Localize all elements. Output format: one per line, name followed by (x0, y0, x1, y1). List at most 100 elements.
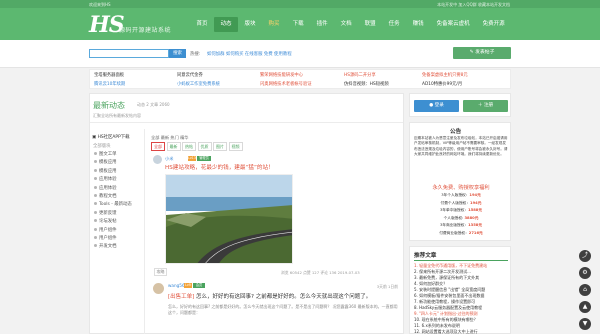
nav-item[interactable]: 免备案云虚机 (430, 17, 476, 32)
price-line[interactable]: 3年个人版授权：194元 (410, 193, 512, 198)
nav-item[interactable]: 购买 (262, 17, 286, 32)
register-button[interactable]: ＋ 注册 (463, 100, 508, 112)
board-menu-item[interactable]: 图文工单 (99, 151, 117, 157)
bullet-icon (94, 185, 97, 189)
nav-item[interactable]: 动态 (214, 17, 239, 32)
nav-item[interactable]: 版块 (238, 17, 262, 32)
board-menu-item[interactable]: 更新反馈 (99, 210, 117, 216)
gear-icon[interactable]: ⚙ (579, 267, 591, 279)
bullet-icon (94, 152, 97, 155)
ad-link[interactable]: 宝塔服务器面板 (94, 72, 124, 78)
up-icon[interactable]: ▲ (579, 301, 591, 313)
post-button[interactable]: ✎ 发表帖子 (453, 47, 511, 59)
post-user[interactable]: 小米 (165, 156, 173, 162)
ad-link[interactable]: 闪奥网络技术老板帐号验证 (260, 81, 312, 87)
hot-search-links[interactable]: 如何加群 如何购买 在线客服 免费 使用教程 (207, 51, 292, 57)
bullet-icon (94, 210, 97, 214)
user-icon: ● (429, 103, 434, 108)
nav-item[interactable]: 下载 (286, 17, 310, 32)
feed-tab[interactable]: 视频 (228, 142, 243, 151)
post-title[interactable]: [出售工单] 怎么，好好的有这回事? 之前都是好好的。怎么今天就出现这个问题了。 (168, 292, 371, 300)
topbar: 欢迎来到HS 本站开发中 加入QQ群 收藏本站开发文档 (0, 0, 600, 8)
search-button[interactable]: 搜索 (169, 49, 186, 58)
price-value: 2716元 (468, 230, 483, 235)
down-icon[interactable]: ▼ (579, 318, 591, 330)
bullet-icon (94, 202, 97, 206)
nav-item[interactable]: 赚钱 (406, 17, 430, 32)
ad-link[interactable]: 免备案虚拟主机只要8元 (422, 72, 468, 78)
post-category[interactable]: [出售工单] (168, 294, 194, 300)
nav-item[interactable]: 联盟 (358, 17, 382, 32)
avatar[interactable] (153, 283, 164, 294)
bullet-icon (94, 194, 97, 197)
board-menu-item[interactable]: 论坛发帖 (99, 218, 117, 224)
app-download[interactable]: ▣ HS社区APP下载 (92, 134, 130, 140)
price-label: 3年个人版授权： (441, 193, 470, 197)
bullet-icon (94, 168, 97, 172)
search-input[interactable] (89, 49, 169, 58)
price-line[interactable]: 付费个人版授权：194元 (410, 201, 512, 206)
feed-tab[interactable]: 优质 (197, 142, 212, 151)
level-badge: Lv13 (188, 156, 196, 161)
post-excerpt: 怎么，好好的有这回事? 之前都是好好的。怎么今天就出现这个问题了。是不是出了问题… (168, 304, 398, 315)
divider (414, 260, 508, 261)
price-line[interactable]: 个人版授权: 3880元 (410, 216, 512, 221)
board-menu-item[interactable]: 开发文档 (99, 243, 117, 249)
board-menu-item[interactable]: 应用体验 (99, 185, 117, 191)
role-badge: 会员 (193, 283, 205, 288)
nav-item[interactable]: 免费开源 (476, 17, 511, 32)
ad-link[interactable]: AD10特惠价99元/月 (422, 81, 462, 87)
sort-bar[interactable]: 全部 最新 热门 精华 (151, 135, 189, 141)
board-menu-item[interactable]: 用户组件 (99, 227, 117, 233)
bullet-icon (94, 227, 97, 231)
bullet-icon (94, 219, 97, 223)
nav-item[interactable]: 首页 (190, 17, 214, 32)
nav-item[interactable]: 插件 (310, 17, 334, 32)
home-icon[interactable]: ⌂ (579, 284, 591, 296)
login-button[interactable]: ● 登录 (414, 100, 459, 112)
board-menu-item[interactable]: 教程文档 (99, 193, 117, 199)
post-image[interactable] (165, 174, 293, 264)
post-title-text: 怎么，好好的有这回事? 之前都是好好的。怎么今天就出现这个问题了。 (196, 294, 372, 300)
menu-head[interactable]: 全部版块 (93, 143, 111, 149)
page-desc: 汇聚全站所有最新发帖内容 (93, 113, 141, 118)
price-label: 3年单中版授权： (439, 208, 469, 212)
board-menu-item[interactable]: 模板应用 (99, 159, 117, 165)
feed: 全部 最新 热门 精华 全部 最新 热帖 优质 图片 视频 小米 Lv13 管理员 HS建… (151, 129, 401, 334)
recommended-item[interactable]: 12. 网站设置看大选项及大中上进行 (414, 329, 509, 334)
page-title: 最新动态 (93, 101, 125, 110)
price-line[interactable]: 3年单中版授权：1588元 (410, 208, 512, 213)
feed-tab[interactable]: 全部 (151, 142, 165, 151)
price-line[interactable]: 3年商业版授权：1358元 (410, 223, 512, 228)
price-line[interactable]: 付费商业版授权：2716元 (410, 231, 512, 236)
ad-link[interactable]: 腾讯云10年续期 (94, 81, 125, 87)
share-icon[interactable]: ⤴ (579, 250, 591, 262)
feed-tab[interactable]: 最新 (166, 142, 181, 151)
ad-link[interactable]: HS源码二开分享 (344, 72, 376, 78)
divider (90, 122, 403, 123)
ad-link[interactable]: 繁荣网络技能研发中心 (260, 72, 303, 78)
announcement: 公告 迈期本站被人为恶意注册及发布垃圾帖，本站已开启邀请用户发帖审核机制，VIP… (409, 122, 511, 241)
post-title[interactable]: HS建站攻略，花最少的钱，建最“猛”的站！ (165, 163, 274, 171)
nav-item[interactable]: 任务 (382, 17, 406, 32)
ad-link[interactable]: 小蚂蚁工作室免费系统 (177, 81, 220, 87)
board-menu-item[interactable]: 模板应用 (99, 168, 117, 174)
nav-item[interactable]: 文档 (334, 17, 358, 32)
board-menu-item[interactable]: 用户组件 (99, 235, 117, 241)
image-icon: ▣ (92, 135, 97, 140)
board-menu-item[interactable]: 应用体验 (99, 176, 117, 182)
feed-tab[interactable]: 图片 (213, 142, 227, 151)
avatar[interactable] (153, 155, 162, 164)
topbar-links[interactable]: 本站开发中 加入QQ群 收藏本站开发文档 (437, 2, 510, 8)
feed-tab[interactable]: 热帖 (182, 142, 196, 151)
post-tag[interactable]: 攻略 (154, 268, 167, 276)
board-menu-item[interactable]: Tools - 最新动态 (99, 201, 132, 207)
board-menu: ▣ HS社区APP下载 全部版块 图文工单 模板应用 模板应用 应用体验 应用体验 教程文… (91, 129, 145, 334)
announcement-body: 迈期本站被人为恶意注册及发布垃圾帖，本站已开启邀请用户发帖审核机制，VIP等级用… (414, 136, 508, 156)
logo-subtitle: 源码开源建站系统 (119, 27, 172, 34)
register-label: 注册 (483, 103, 494, 108)
announcement-title: 公告 (450, 129, 462, 135)
ad-links: 宝塔服务器面板 同意云代金券 繁荣网络技能研发中心 HS源码二开分享 免备案虚拟主机只要… (89, 69, 511, 89)
ad-link[interactable]: 仿抖音视频：HS短视频 (344, 81, 389, 87)
ad-link[interactable]: 同意云代金券 (177, 72, 203, 78)
